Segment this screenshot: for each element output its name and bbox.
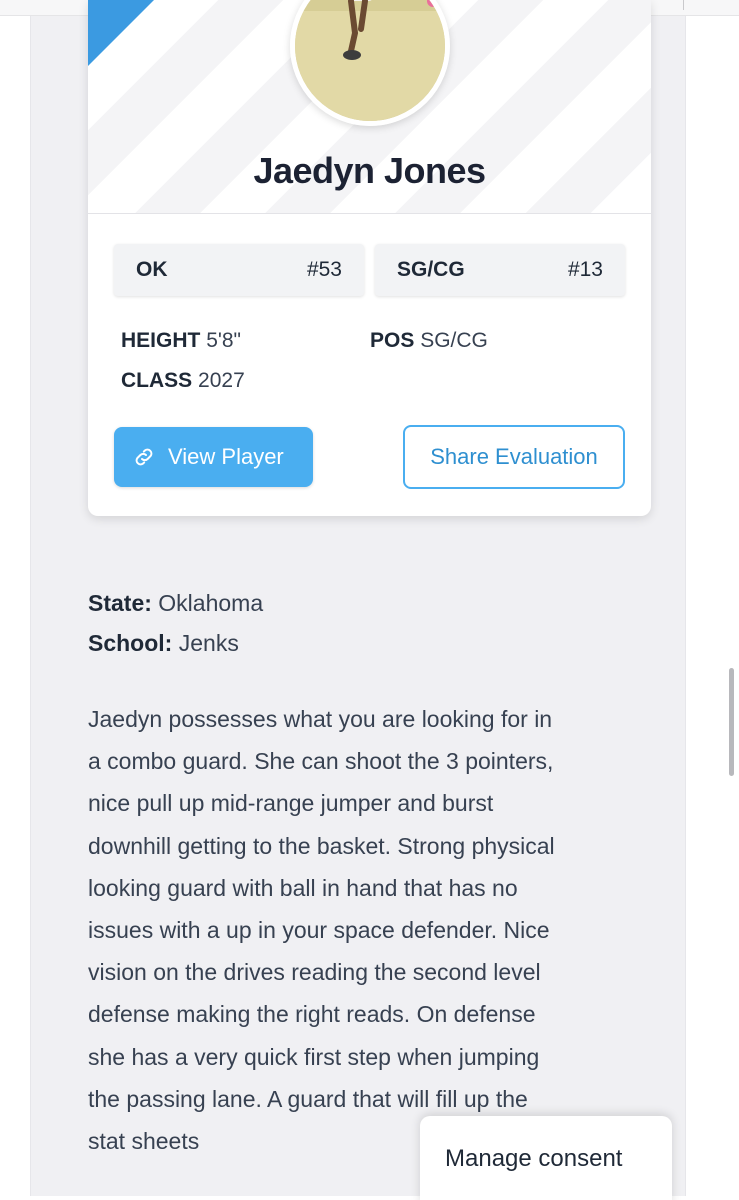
player-name: Jaedyn Jones (253, 150, 486, 191)
view-player-label: View Player (168, 444, 284, 469)
top-bar-divider (683, 0, 684, 10)
evaluation-line: nice pull up mid-range jumper and burst (88, 790, 494, 817)
evaluation-line: the passing lane. A guard that will fill… (88, 1085, 528, 1112)
position-badge: SG/CG #13 (375, 244, 625, 296)
position-code: SG/CG (397, 258, 465, 281)
state-code: OK (136, 258, 168, 281)
evaluation-line: downhill getting to the basket. Strong p… (88, 832, 555, 859)
state-badge: OK #53 (114, 244, 364, 296)
share-evaluation-button[interactable]: Share Evaluation (403, 425, 625, 489)
height-value: 5'8" (206, 329, 242, 352)
height-label: HEIGHT (121, 329, 201, 352)
evaluation-line: she has a very quick first step when jum… (88, 1043, 540, 1070)
position-rank: #13 (567, 258, 603, 281)
manage-consent-button[interactable]: Manage consent (420, 1116, 672, 1200)
player-card: Jaedyn Jones OK #53 SG/CG #13 HEIGHT 5'8… (88, 0, 651, 516)
pos-value: SG/CG (420, 329, 488, 352)
evaluation-text: Jaedyn possesses what you are looking fo… (88, 698, 658, 1162)
school-value: Jenks (178, 630, 239, 656)
state-info: State: Oklahoma (88, 590, 263, 617)
state-value: Oklahoma (158, 590, 264, 616)
manage-consent-label: Manage consent (445, 1145, 623, 1172)
class-label: CLASS (121, 369, 193, 392)
state-label: State: (88, 590, 152, 616)
evaluation-line: vision on the drives reading the second … (88, 959, 541, 986)
player-photo-icon (295, 0, 445, 121)
evaluation-line: Jaedyn possesses what you are looking fo… (88, 706, 553, 732)
position-stat: POS SG/CG (370, 329, 488, 353)
school-info: School: Jenks (88, 630, 239, 657)
evaluation-line: defense making the right reads. On defen… (88, 1001, 536, 1028)
page-scrollbar[interactable] (729, 668, 734, 776)
corner-ribbon (88, 0, 154, 66)
class-stat: CLASS 2027 (121, 369, 245, 393)
school-label: School: (88, 630, 173, 656)
state-rank: #53 (306, 258, 342, 281)
evaluation-line: a combo guard. She can shoot the 3 point… (88, 748, 554, 775)
class-value: 2027 (198, 369, 245, 392)
evaluation-line: looking guard with ball in hand that has… (88, 874, 518, 901)
player-avatar (290, 0, 450, 126)
pos-label: POS (370, 329, 415, 352)
card-header: Jaedyn Jones (88, 0, 651, 214)
view-player-button[interactable]: View Player (114, 427, 313, 487)
height-stat: HEIGHT 5'8" (121, 329, 241, 353)
link-icon (135, 448, 153, 466)
evaluation-line: issues with a up in your space defender.… (88, 917, 550, 944)
